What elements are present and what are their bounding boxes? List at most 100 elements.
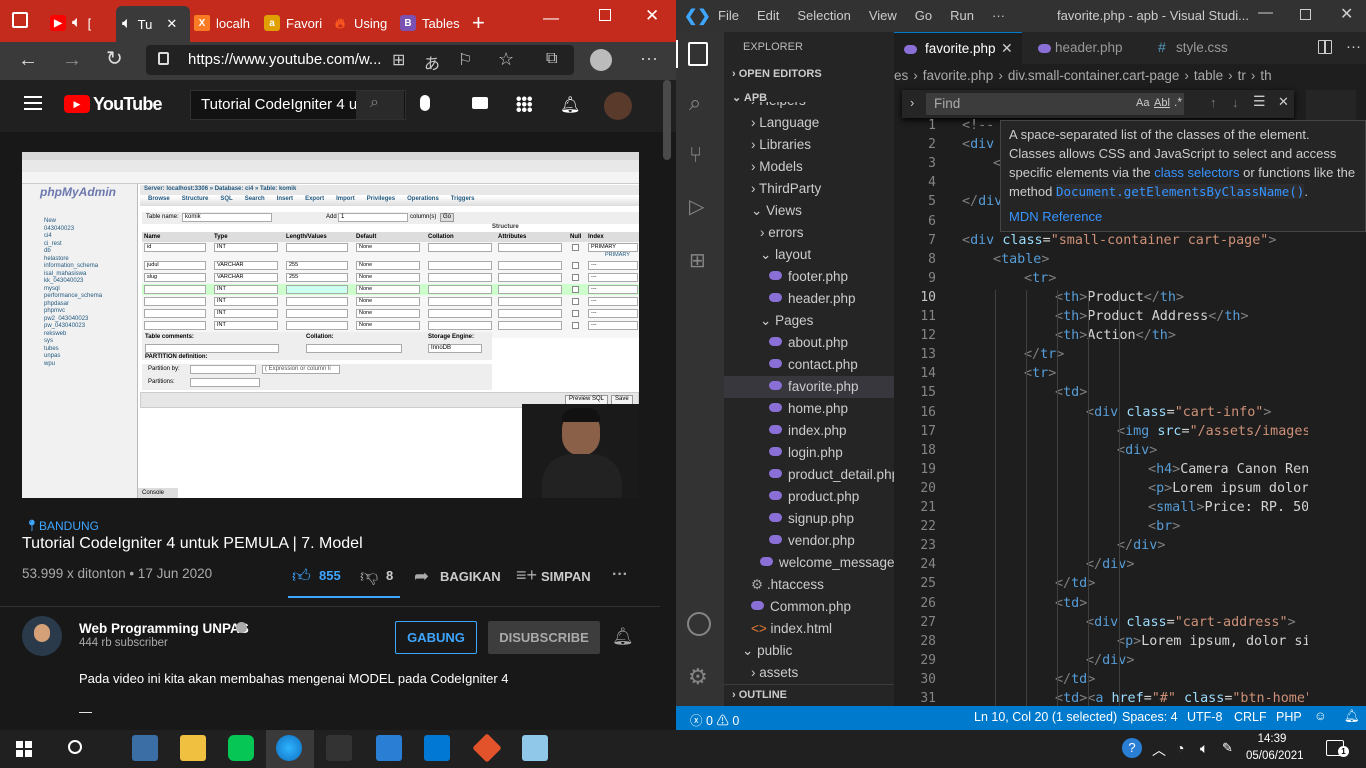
- run-debug-icon[interactable]: ▷: [689, 194, 704, 219]
- explorer-icon[interactable]: [688, 42, 708, 66]
- cursor-position[interactable]: Ln 10, Col 20 (1 selected): [974, 710, 1117, 724]
- minimize-icon[interactable]: —: [543, 10, 559, 28]
- tree-item[interactable]: › ThirdParty: [724, 178, 894, 200]
- vscode-taskbar-icon[interactable]: [424, 735, 450, 761]
- browser-tab-localhost[interactable]: X localh: [194, 8, 250, 38]
- problems-indicator[interactable]: ⓧ 0 ⚠ 0: [690, 710, 739, 729]
- breadcrumb-item[interactable]: div.small-container.cart-page: [1008, 68, 1180, 83]
- feedback-icon[interactable]: ☺: [1314, 709, 1327, 723]
- tab-style[interactable]: # style.css: [1142, 32, 1252, 64]
- youtube-logo-text[interactable]: YouTube: [93, 94, 163, 115]
- profile-avatar[interactable]: [590, 49, 612, 71]
- close-window-icon[interactable]: ✕: [1340, 4, 1353, 24]
- source-control-icon[interactable]: ⑂: [689, 142, 702, 168]
- tree-item[interactable]: › Language: [724, 112, 894, 134]
- accounts-icon[interactable]: [687, 612, 711, 636]
- new-tab-icon[interactable]: +: [472, 12, 485, 34]
- line-ending[interactable]: CRLF: [1234, 710, 1267, 724]
- tab-actions-icon[interactable]: [12, 12, 28, 28]
- tree-item[interactable]: ⌄ Pages: [724, 310, 894, 332]
- extensions-icon[interactable]: ⊞: [689, 248, 706, 273]
- page-scrollbar[interactable]: [663, 80, 671, 160]
- search-icon[interactable]: [68, 740, 82, 754]
- tree-item[interactable]: › assets: [724, 662, 894, 680]
- forward-icon[interactable]: →: [62, 50, 82, 70]
- tree-item[interactable]: header.php: [724, 288, 894, 310]
- notifications-icon[interactable]: 🔔︎: [560, 95, 580, 115]
- dislike-count[interactable]: 8: [386, 568, 393, 583]
- search-icon[interactable]: ⌕: [689, 90, 701, 116]
- read-aloud-icon[interactable]: ⚐: [458, 50, 472, 70]
- breadcrumb-item[interactable]: th: [1260, 68, 1271, 83]
- tree-item[interactable]: signup.php: [724, 508, 894, 530]
- menu-item[interactable]: Selection: [797, 8, 850, 23]
- split-editor-icon[interactable]: [1318, 40, 1332, 54]
- join-button[interactable]: GABUNG: [395, 621, 477, 654]
- tree-item[interactable]: product.php: [724, 486, 894, 508]
- encoding[interactable]: UTF-8: [1187, 710, 1222, 724]
- translate-icon[interactable]: あ: [424, 50, 440, 74]
- minimize-icon[interactable]: —: [1258, 4, 1273, 21]
- tree-item[interactable]: index.php: [724, 420, 894, 442]
- tree-item[interactable]: <> index.html: [724, 618, 894, 640]
- volume-icon[interactable]: 🔈︎: [1200, 740, 1208, 757]
- tree-item[interactable]: ⌄ Views: [724, 200, 894, 222]
- close-find-icon[interactable]: ✕: [1278, 94, 1289, 110]
- description-more[interactable]: —: [79, 704, 92, 719]
- youtube-logo-icon[interactable]: ▶: [64, 95, 90, 113]
- show-hidden-icons[interactable]: ︿: [1152, 740, 1166, 760]
- tree-item[interactable]: › Helpers: [724, 102, 894, 112]
- close-window-icon[interactable]: ✕: [645, 6, 659, 26]
- writer-app-icon[interactable]: [376, 735, 402, 761]
- browser-tab-using[interactable]: 🔥︎ Using: [332, 8, 387, 38]
- save-playlist-icon[interactable]: ≡+: [516, 565, 537, 586]
- mdn-reference-link[interactable]: MDN Reference: [1009, 207, 1357, 226]
- channel-avatar[interactable]: [22, 616, 62, 656]
- breadcrumb-item[interactable]: es: [894, 68, 908, 83]
- toggle-replace-icon[interactable]: ›: [910, 95, 914, 110]
- tree-item[interactable]: › Libraries: [724, 134, 894, 156]
- app-icon[interactable]: [522, 735, 548, 761]
- whole-word-toggle[interactable]: Abl: [1154, 97, 1170, 109]
- notifications-bell-icon[interactable]: 🔔︎: [1344, 709, 1360, 724]
- create-video-icon[interactable]: [472, 97, 488, 109]
- tree-item[interactable]: contact.php: [724, 354, 894, 376]
- more-icon[interactable]: ···: [640, 48, 658, 69]
- tree-item[interactable]: Common.php: [724, 596, 894, 618]
- match-case-toggle[interactable]: Aa: [1136, 97, 1149, 109]
- tab-favorite[interactable]: favorite.php ✕: [894, 32, 1022, 64]
- menu-icon[interactable]: [24, 96, 42, 110]
- browser-tab-favori[interactable]: a Favori: [264, 8, 322, 38]
- tree-item[interactable]: ⌄ layout: [724, 244, 894, 266]
- channel-name[interactable]: Web Programming UNPAS: [79, 621, 249, 636]
- tree-item[interactable]: about.php: [724, 332, 894, 354]
- menu-item[interactable]: View: [869, 8, 897, 23]
- favorite-add-icon[interactable]: ☆: [498, 49, 514, 70]
- notification-bell-icon[interactable]: 🔔︎: [612, 627, 634, 647]
- pen-icon[interactable]: ✎: [1222, 740, 1233, 756]
- tab-header[interactable]: header.php: [1022, 32, 1142, 64]
- menu-item[interactable]: File: [718, 8, 739, 23]
- find-input[interactable]: Find Aa Abl .*: [926, 93, 1184, 115]
- close-tab-icon[interactable]: ✕: [166, 16, 177, 32]
- browser-tab-youtube-1[interactable]: ▶ 🔈︎ [: [50, 8, 91, 38]
- maximize-icon[interactable]: [599, 9, 611, 21]
- settings-gear-icon[interactable]: ⚙: [688, 664, 708, 690]
- like-icon[interactable]: 👍︎: [292, 565, 311, 587]
- like-count[interactable]: 855: [319, 568, 341, 583]
- menu-item[interactable]: ···: [992, 8, 1005, 23]
- tree-item[interactable]: ⌄ public: [724, 640, 894, 662]
- tree-item[interactable]: favorite.php: [724, 376, 894, 398]
- prev-match-icon[interactable]: ↑: [1210, 95, 1217, 110]
- find-in-selection-icon[interactable]: ☰: [1253, 93, 1266, 110]
- menu-item[interactable]: Edit: [757, 8, 779, 23]
- share-button[interactable]: BAGIKAN: [440, 569, 501, 584]
- outline-section[interactable]: › OUTLINE: [732, 689, 787, 701]
- notes-app-icon[interactable]: [326, 735, 352, 761]
- edge-icon[interactable]: [276, 735, 302, 761]
- line-app-icon[interactable]: [228, 735, 254, 761]
- menu-item[interactable]: Go: [915, 8, 932, 23]
- menu-item[interactable]: Run: [950, 8, 974, 23]
- tree-item[interactable]: product_detail.php: [724, 464, 894, 486]
- save-button[interactable]: SIMPAN: [541, 569, 591, 584]
